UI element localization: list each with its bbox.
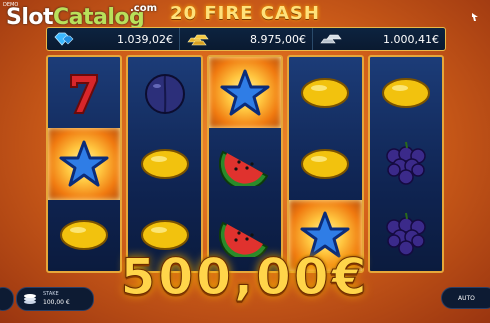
jackpot-diamond: 1.039,02€ (47, 28, 180, 50)
coins-icon (23, 293, 37, 305)
reel-5 (367, 55, 445, 273)
grapes-icon (380, 140, 432, 188)
jackpot-gold: 8.975,00€ (180, 28, 313, 50)
reel-symbol-lemon (370, 57, 442, 128)
reel-symbol-lemon (289, 128, 361, 199)
reel-2 (126, 55, 203, 273)
reel-1 (46, 55, 123, 273)
reel-symbol-star (48, 128, 121, 200)
stake-value: 100,00 € (43, 299, 70, 306)
lemon-icon (299, 146, 351, 182)
jackpot-silver-value: 1.000,41€ (383, 32, 439, 46)
star-icon (58, 139, 110, 189)
plum-icon (142, 70, 188, 116)
reel-symbol-watermelon (209, 128, 281, 199)
reel-symbol-lemon (289, 57, 361, 128)
reel-symbol-plum (128, 57, 200, 128)
reel-3 (206, 55, 284, 273)
lemon-icon (380, 75, 432, 111)
autoplay-button[interactable]: AUTO (441, 287, 490, 309)
game-title: 20 FIRE CASH (170, 3, 320, 24)
reel-4 (287, 55, 364, 273)
seven-icon (67, 69, 101, 117)
lemon-icon (299, 75, 351, 111)
jackpot-diamond-value: 1.039,02€ (117, 32, 173, 46)
settings-icon[interactable] (470, 12, 480, 22)
reels-area (46, 55, 445, 273)
stake-control[interactable]: STAKE 100,00 € (16, 287, 94, 311)
reel-symbol-grapes (370, 128, 442, 199)
menu-button[interactable] (0, 287, 14, 311)
jackpot-silver: 1.000,41€ (313, 28, 445, 50)
gold-bars-icon (186, 32, 210, 46)
diamonds-icon (53, 32, 75, 46)
lemon-icon (139, 146, 191, 182)
watermelon-icon (219, 142, 271, 186)
silver-bars-icon (319, 32, 343, 46)
jackpot-gold-value: 8.975,00€ (250, 32, 306, 46)
jackpot-bar: 1.039,02€ 8.975,00€ 1.000,41€ (46, 27, 446, 51)
reel-symbol-seven (48, 57, 120, 128)
stake-label: STAKE (43, 291, 59, 297)
star-icon (219, 68, 271, 118)
reel-symbol-lemon (128, 128, 200, 199)
reel-symbol-star (208, 57, 282, 129)
win-amount: 500,00€ (120, 248, 370, 307)
